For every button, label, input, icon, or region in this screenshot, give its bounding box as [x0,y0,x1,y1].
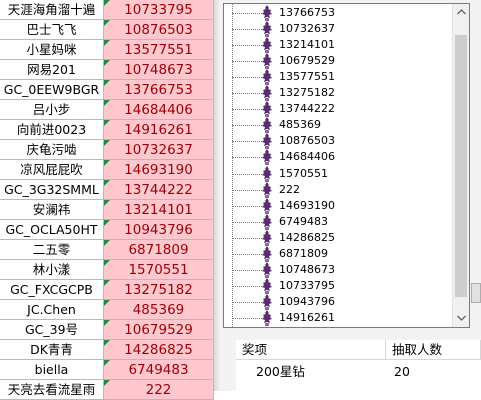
scroll-down-button[interactable] [453,310,469,327]
table-row: 天亮去看流星雨 222 [0,380,214,400]
table-row: 庆龟污啮 10732637 [0,140,214,160]
name-cell[interactable]: 凉风屁屁吹 [0,160,104,180]
value-cell[interactable]: 10733795 [104,0,214,20]
name-cell[interactable]: 向前进0023 [0,120,104,140]
value-cell[interactable]: 14286825 [104,340,214,360]
count-cell[interactable]: 20 [394,362,410,382]
value-cell[interactable]: 222 [104,380,214,400]
name-cell[interactable]: 林小漾 [0,260,104,280]
table-row: 巴士飞飞 10876503 [0,20,214,40]
header-prize[interactable]: 奖项 [236,340,386,360]
value-cell[interactable]: 10679529 [104,320,214,340]
name-cell[interactable]: biella [0,360,104,380]
name-cell[interactable]: DK青青 [0,340,104,360]
name-cell[interactable]: GC_OCLA50HT [0,220,104,240]
prize-table: 奖项 抽取人数 200星钻 20 [236,340,481,391]
tree-list-box[interactable]: 13766753 10732637 13214101 10679529 13577551… [223,3,470,328]
table-row: biella 6749483 [0,360,214,380]
spreadsheet: 天涯海角溜十遍 10733795 巴士飞飞 10876503 小星妈咪 13577551 网… [0,0,220,400]
name-cell[interactable]: 安澜祎 [0,200,104,220]
table-row: 网易201 10748673 [0,60,214,80]
name-cell[interactable]: GC_3G32SMML [0,180,104,200]
table-row: 吕小步 14684406 [0,100,214,120]
value-cell[interactable]: 13275182 [104,280,214,300]
name-cell[interactable]: 庆龟污啮 [0,140,104,160]
value-cell[interactable]: 6749483 [104,360,214,380]
side-button[interactable] [471,283,481,303]
value-cell[interactable]: 14684406 [104,100,214,120]
name-cell[interactable]: JC.Chen [0,300,104,320]
name-cell[interactable]: 天亮去看流星雨 [0,380,104,400]
table-row: 向前进0023 14916261 [0,120,214,140]
table-row: 二五零 6871809 [0,240,214,260]
node-icon [259,309,275,327]
table-row: JC.Chen 485369 [0,300,214,320]
value-cell[interactable]: 10732637 [104,140,214,160]
scroll-up-button[interactable] [453,4,469,21]
table-row: 安澜祎 13214101 [0,200,214,220]
value-cell[interactable]: 13744222 [104,180,214,200]
value-cell[interactable]: 485369 [104,300,214,320]
table-row: GC_3G32SMML 13744222 [0,180,214,200]
table-row: 小星妈咪 13577551 [0,40,214,60]
table-row: DK青青 14286825 [0,340,214,360]
name-cell[interactable]: 网易201 [0,60,104,80]
chevron-up-icon [457,9,466,15]
name-cell[interactable]: 吕小步 [0,100,104,120]
value-cell[interactable]: 10876503 [104,20,214,40]
header-count[interactable]: 抽取人数 [386,340,481,360]
prize-cell[interactable]: 200星钻 [256,362,305,382]
value-cell[interactable]: 10943796 [104,220,214,240]
scroll-thumb[interactable] [455,35,467,297]
name-cell[interactable]: 巴士飞飞 [0,20,104,40]
value-cell[interactable]: 14693190 [104,160,214,180]
name-cell[interactable]: 二五零 [0,240,104,260]
table-row: 凉风屁屁吹 14693190 [0,160,214,180]
value-cell[interactable]: 10748673 [104,60,214,80]
table-row: 林小漾 1570551 [0,260,214,280]
table-row: GC_FXCGCPB 13275182 [0,280,214,300]
value-cell[interactable]: 1570551 [104,260,214,280]
value-cell[interactable]: 13577551 [104,40,214,60]
table-row: GC_0EEW9BGR 13766753 [0,80,214,100]
tree-item[interactable]: 14916261 [224,309,454,327]
table-row: GC_OCLA50HT 10943796 [0,220,214,240]
name-cell[interactable]: GC_39号 [0,320,104,340]
table-row: GC_39号 10679529 [0,320,214,340]
table-row: 天涯海角溜十遍 10733795 [0,0,214,20]
vertical-scrollbar[interactable] [452,4,469,327]
value-cell[interactable]: 13214101 [104,200,214,220]
value-cell[interactable]: 13766753 [104,80,214,100]
value-cell[interactable]: 6871809 [104,240,214,260]
name-cell[interactable]: 天涯海角溜十遍 [0,0,104,20]
tree-item-label: 14916261 [279,310,335,324]
name-cell[interactable]: GC_0EEW9BGR [0,80,104,100]
name-cell[interactable]: 小星妈咪 [0,40,104,60]
value-cell[interactable]: 14916261 [104,120,214,140]
name-cell[interactable]: GC_FXCGCPB [0,280,104,300]
chevron-down-icon [457,315,466,321]
